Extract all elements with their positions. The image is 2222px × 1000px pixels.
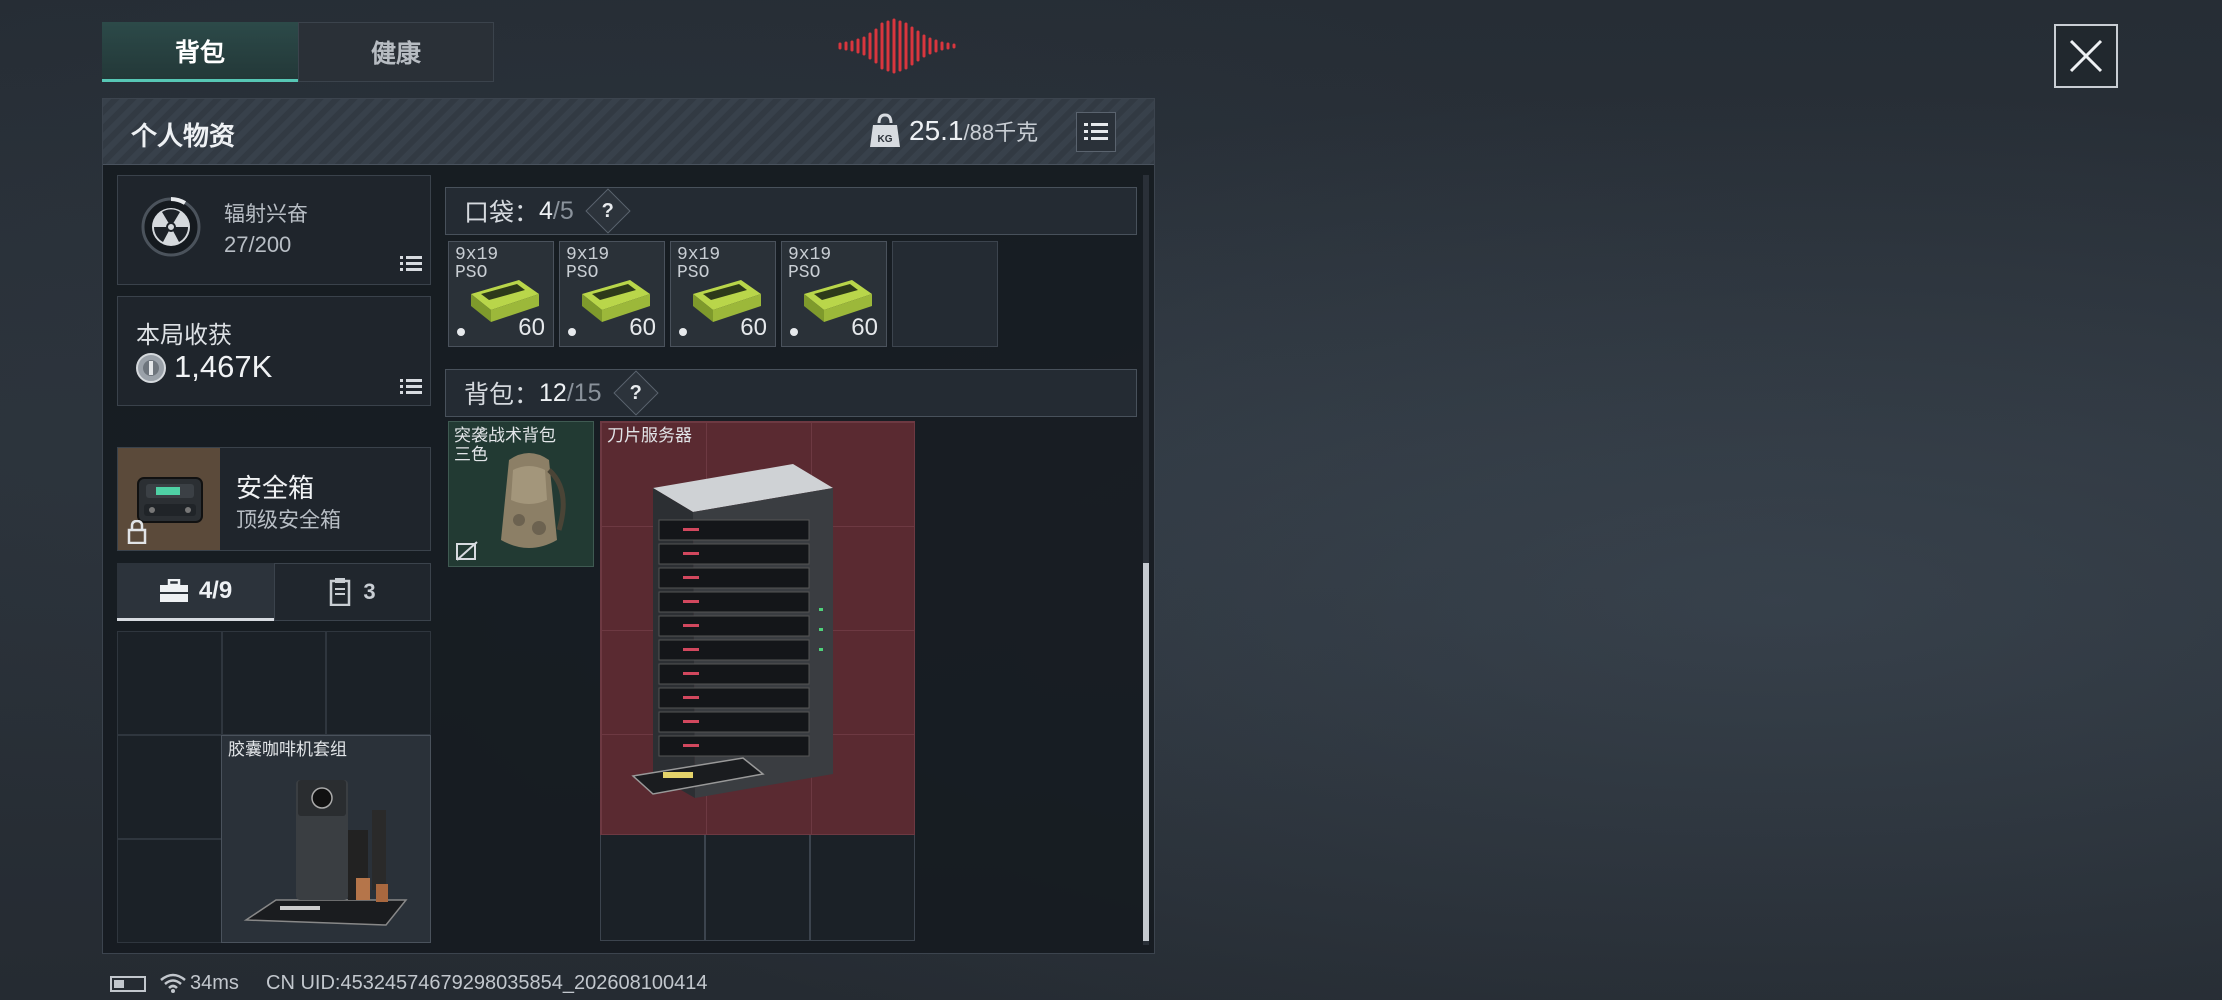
grid-cell[interactable] bbox=[810, 833, 915, 941]
coffee-machine-image bbox=[243, 780, 408, 926]
grid-cell[interactable] bbox=[117, 735, 222, 839]
ammo-caliber: 9x19 bbox=[677, 245, 721, 265]
wifi-icon bbox=[160, 972, 186, 999]
list-icon bbox=[1084, 123, 1108, 140]
lock-icon bbox=[126, 519, 148, 549]
pockets-label: 口袋： bbox=[464, 199, 540, 227]
earnings-details-icon[interactable] bbox=[400, 379, 422, 400]
pocket-slot-empty[interactable] bbox=[892, 241, 998, 347]
ammo-count: 60 bbox=[740, 314, 767, 341]
tab-backpack[interactable]: 背包 bbox=[102, 22, 298, 82]
coffee-machine-item[interactable]: 胶囊咖啡机套组 bbox=[221, 735, 431, 943]
earnings-card[interactable]: 本局收获 1,467K bbox=[117, 296, 431, 406]
grid-cell[interactable] bbox=[705, 833, 810, 941]
pocket-slot-ammo[interactable]: 9x19 PSO 60 bbox=[559, 241, 665, 347]
briefcase-icon bbox=[159, 578, 188, 602]
blade-server-item[interactable]: 刀片服务器 bbox=[600, 421, 915, 835]
tablet-icon bbox=[330, 578, 351, 606]
server-item-name: 刀片服务器 bbox=[607, 426, 692, 445]
close-button[interactable] bbox=[2054, 24, 2118, 88]
radiation-details-icon[interactable] bbox=[400, 256, 422, 277]
battery-icon bbox=[110, 976, 146, 992]
help-icon: ? bbox=[629, 381, 642, 404]
safebox-subtitle: 顶级安全箱 bbox=[236, 509, 341, 532]
pockets-section-header: 口袋： 4 /5 ? bbox=[445, 187, 1137, 235]
ammo-caliber: 9x19 bbox=[455, 245, 499, 265]
ammo-caliber: 9x19 bbox=[788, 245, 832, 265]
close-icon bbox=[2069, 39, 2103, 73]
ammo-dot bbox=[457, 328, 465, 336]
backpack-help-button[interactable]: ? bbox=[612, 370, 659, 416]
pockets-used: 4 bbox=[539, 196, 553, 225]
backpack-empty-row bbox=[600, 833, 915, 941]
ammo-type: PSO bbox=[788, 263, 821, 283]
backpack-used: 12 bbox=[539, 378, 567, 407]
ammo-dot bbox=[568, 328, 576, 336]
coin-icon bbox=[136, 353, 166, 383]
safebox-tab-documents[interactable]: 3 bbox=[274, 563, 431, 621]
svg-text:KG: KG bbox=[878, 134, 893, 145]
ping-readout: 34ms bbox=[190, 972, 239, 994]
weight-max: /88千克 bbox=[963, 120, 1039, 145]
panel-title: 个人物资 bbox=[131, 121, 236, 151]
earnings-label: 本局收获 bbox=[136, 322, 232, 349]
uid-readout: CN UID:45324574679298035854_202608100414 bbox=[266, 972, 708, 994]
ammo-count: 60 bbox=[518, 314, 545, 341]
ammo-count: 60 bbox=[851, 314, 878, 341]
radiation-card[interactable]: 辐射兴奋 27/200 bbox=[117, 175, 431, 285]
no-insure-icon bbox=[455, 540, 479, 567]
ammo-type: PSO bbox=[455, 263, 488, 283]
tab-health[interactable]: 健康 bbox=[298, 22, 494, 82]
safebox-documents-count: 3 bbox=[363, 579, 376, 604]
pocket-slot-ammo[interactable]: 9x19 PSO 60 bbox=[448, 241, 554, 347]
ammo-count: 60 bbox=[629, 314, 656, 341]
panel-header: 个人物资 KG 25.1/88千克 bbox=[103, 99, 1154, 165]
safebox-items-count: 4/9 bbox=[198, 576, 233, 604]
safebox-image bbox=[118, 448, 220, 550]
weight-current: 25.1 bbox=[909, 115, 964, 146]
coffee-machine-label: 胶囊咖啡机套组 bbox=[228, 740, 347, 759]
inventory-panel: 个人物资 KG 25.1/88千克 辐射兴奋 27/200 本局收获 1,467… bbox=[102, 98, 1155, 954]
grid-cell[interactable] bbox=[600, 833, 705, 941]
pockets-help-button[interactable]: ? bbox=[585, 188, 631, 234]
ammo-type: PSO bbox=[566, 263, 599, 283]
pocket-slot-ammo[interactable]: 9x19 PSO 60 bbox=[670, 241, 776, 347]
earnings-value: 1,467K bbox=[174, 349, 273, 384]
radiation-label: 辐射兴奋 bbox=[224, 203, 308, 226]
help-icon: ? bbox=[601, 199, 614, 222]
ammo-dot bbox=[679, 328, 687, 336]
grid-cell[interactable] bbox=[117, 631, 222, 735]
weight-readout: 25.1/88千克 bbox=[909, 115, 1038, 147]
sound-indicator-icon bbox=[836, 18, 958, 74]
radiation-icon bbox=[140, 196, 202, 258]
backpack-total: /15 bbox=[566, 378, 602, 407]
radiation-value: 27/200 bbox=[224, 232, 292, 257]
grid-cell[interactable] bbox=[326, 631, 431, 735]
grid-cell[interactable] bbox=[221, 631, 327, 735]
blade-server-image bbox=[631, 464, 833, 798]
grid-cell[interactable] bbox=[117, 839, 222, 943]
safebox-card[interactable]: 安全箱 顶级安全箱 bbox=[117, 447, 431, 551]
weight-icon: KG bbox=[869, 113, 901, 149]
safebox-tab-items[interactable]: 4/9 bbox=[117, 563, 274, 621]
scrollbar-track[interactable] bbox=[1143, 175, 1149, 945]
pockets-total: /5 bbox=[552, 196, 574, 225]
sort-list-button[interactable] bbox=[1076, 112, 1116, 152]
backpack-section-header: 背包： 12 /15 ? bbox=[445, 369, 1137, 417]
ammo-type: PSO bbox=[677, 263, 710, 283]
safebox-title: 安全箱 bbox=[236, 473, 315, 503]
pocket-slot-ammo[interactable]: 9x19 PSO 60 bbox=[781, 241, 887, 347]
scrollbar-thumb[interactable] bbox=[1143, 563, 1149, 941]
ammo-caliber: 9x19 bbox=[566, 245, 610, 265]
tactical-backpack-item[interactable]: 突袭战术背包 三色 bbox=[448, 421, 594, 567]
ammo-dot bbox=[790, 328, 798, 336]
backpack-image bbox=[501, 453, 566, 548]
backpack-label: 背包： bbox=[464, 381, 540, 409]
